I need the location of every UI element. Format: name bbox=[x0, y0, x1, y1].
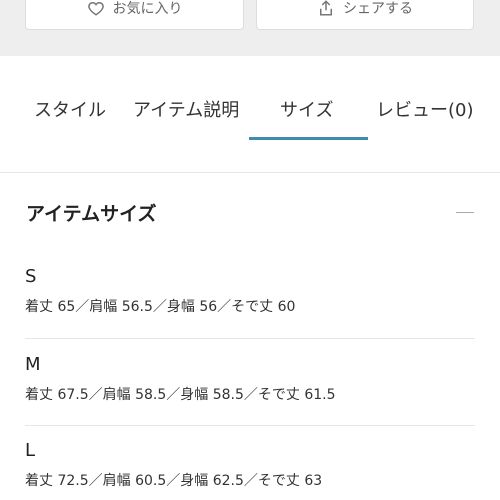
favorite-button[interactable]: お気に入り bbox=[25, 0, 244, 30]
favorite-label: お気に入り bbox=[112, 1, 183, 17]
detail-tabs: スタイル アイテム説明 サイズ レビュー(0) bbox=[0, 56, 500, 172]
section-divider bbox=[0, 172, 500, 173]
size-detail: 着丈 65／肩幅 56.5／身幅 56／そで丈 60 bbox=[25, 299, 296, 315]
size-label: L bbox=[25, 440, 36, 461]
share-button[interactable]: シェアする bbox=[256, 0, 474, 30]
share-icon bbox=[320, 0, 332, 16]
size-row-m: M 着丈 67.5／肩幅 58.5／身幅 58.5／そで丈 61.5 bbox=[25, 354, 475, 404]
tab-review[interactable]: レビュー(0) bbox=[376, 96, 474, 122]
share-label: シェアする bbox=[343, 1, 413, 17]
active-tab-indicator bbox=[249, 137, 368, 140]
size-detail: 着丈 72.5／肩幅 60.5／身幅 62.5／そで丈 63 bbox=[25, 473, 323, 489]
tab-item-description[interactable]: アイテム説明 bbox=[133, 96, 239, 122]
row-divider bbox=[25, 338, 475, 339]
size-row-s: S 着丈 65／肩幅 56.5／身幅 56／そで丈 60 bbox=[25, 266, 475, 316]
heart-icon bbox=[87, 1, 104, 16]
size-detail: 着丈 67.5／肩幅 58.5／身幅 58.5／そで丈 61.5 bbox=[25, 387, 336, 403]
size-label: S bbox=[25, 266, 37, 287]
minus-icon[interactable] bbox=[456, 212, 474, 213]
tab-style[interactable]: スタイル bbox=[34, 96, 106, 122]
size-label: M bbox=[25, 354, 41, 375]
section-title: アイテムサイズ bbox=[26, 203, 157, 225]
size-row-l: L 着丈 72.5／肩幅 60.5／身幅 62.5／そで丈 63 bbox=[25, 440, 475, 490]
top-action-bar: お気に入り シェアする bbox=[0, 0, 500, 56]
row-divider bbox=[25, 425, 475, 426]
tab-size[interactable]: サイズ bbox=[280, 96, 333, 122]
